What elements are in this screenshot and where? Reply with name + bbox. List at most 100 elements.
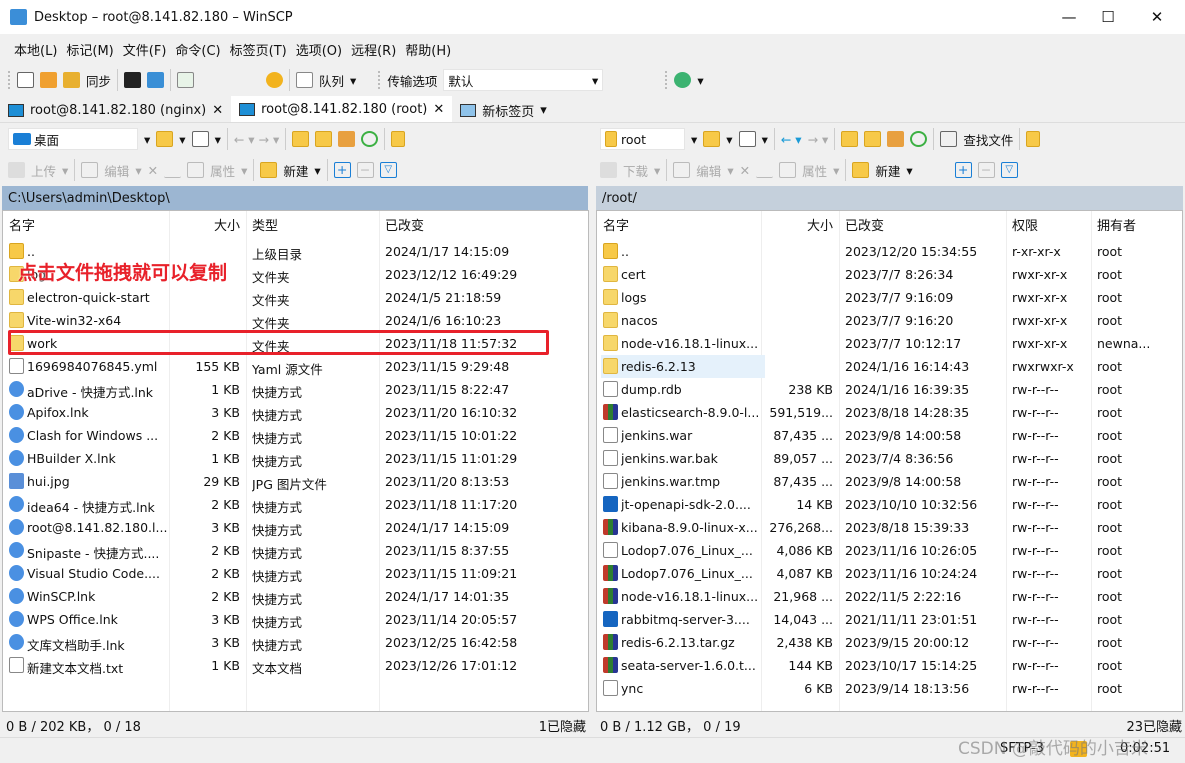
menu-item[interactable]: 文件(F)	[123, 40, 167, 59]
queue-button[interactable]: 队列	[319, 71, 344, 90]
home-icon[interactable]	[887, 131, 905, 147]
monitor-icon	[8, 103, 24, 117]
cell-size: 2 KB	[211, 589, 240, 604]
root-directory-icon[interactable]	[315, 131, 333, 147]
forward-button[interactable]: → ▾	[808, 132, 829, 147]
refresh-icon[interactable]	[910, 131, 928, 147]
delete-icon[interactable]: ✕	[740, 163, 750, 178]
refresh-icon[interactable]	[177, 72, 195, 88]
home-icon[interactable]	[338, 131, 356, 147]
cell-changed: 2024/1/16 16:14:43	[845, 359, 970, 374]
column-header[interactable]: 大小	[761, 211, 839, 237]
edit-button[interactable]: 编辑	[104, 161, 129, 180]
archive-icon	[603, 588, 618, 604]
unselect-icon[interactable]: −	[977, 162, 995, 178]
back-button[interactable]: ← ▾ → ▾	[234, 132, 279, 147]
remote-file-list[interactable]: 名字 大小 已改变 权限 拥有者.. 2023/12/20 15:34:55 r-xr-xr…	[596, 210, 1183, 712]
edit-button[interactable]: 编辑	[696, 161, 721, 180]
transfer-settings-dropdown[interactable]: 默认 ▾	[443, 69, 604, 91]
select-all-icon[interactable]: +	[333, 162, 351, 178]
refresh-icon[interactable]	[361, 131, 379, 147]
sync-button[interactable]: 同步	[86, 71, 111, 90]
maximize-button[interactable]: ☐	[1085, 0, 1131, 34]
column-header[interactable]: 已改变	[379, 211, 541, 237]
close-tab-icon[interactable]: ✕	[212, 103, 223, 118]
filter-icon[interactable]	[191, 131, 209, 147]
tab-new[interactable]: 新标签页 ▾	[452, 98, 555, 122]
local-file-list[interactable]: 名字 大小 类型 已改变.. 上级目录 2024/1/17 14:15:09 log 文件夹 2…	[2, 210, 589, 712]
synchronize-browsing-icon[interactable]	[40, 72, 57, 88]
column-header[interactable]: 已改变	[839, 211, 1006, 237]
cell-size: 2 KB	[211, 543, 240, 558]
terminal-icon[interactable]	[124, 72, 142, 88]
cell-changed: 2023/11/16 10:24:24	[845, 566, 978, 581]
right-location-dropdown[interactable]: root	[600, 128, 685, 150]
properties-button[interactable]: 属性	[210, 161, 235, 180]
synchronize-icon[interactable]	[63, 72, 80, 88]
right-path-bar[interactable]: /root/	[596, 186, 1183, 210]
root-directory-icon[interactable]	[864, 131, 882, 147]
tree-icon[interactable]	[391, 131, 406, 147]
jar-icon	[603, 611, 618, 627]
invert-selection-icon[interactable]: ▽	[1000, 162, 1018, 178]
left-path-bar[interactable]: C:\Users\admin\Desktop\	[2, 186, 588, 210]
cell-changed: 2022/11/5 2:22:16	[845, 589, 962, 604]
menu-item[interactable]: 选项(O)	[296, 40, 342, 59]
close-tab-icon[interactable]: ✕	[433, 102, 444, 117]
cell-name: Vite-win32-x64	[27, 313, 122, 328]
link-icon	[9, 634, 24, 650]
cell-changed: 2023/10/17 15:14:25	[845, 658, 978, 673]
cell-size: 591,519...	[769, 405, 833, 420]
cell-changed: 2023/11/20 16:10:32	[385, 405, 518, 420]
open-folder-icon[interactable]	[703, 131, 721, 147]
close-button[interactable]: ✕	[1134, 0, 1180, 34]
toolbar-grip[interactable]	[8, 71, 11, 89]
cell-changed: 2023/12/25 16:42:58	[385, 635, 518, 650]
column-header[interactable]: 类型	[246, 211, 379, 237]
link-icon	[9, 611, 24, 627]
menu-item[interactable]: 命令(C)	[175, 40, 220, 59]
new-button[interactable]: 新建	[875, 161, 900, 180]
compare-directories-icon[interactable]	[17, 72, 34, 88]
menu-item[interactable]: 标签页(T)	[230, 40, 287, 59]
queue-icon[interactable]	[296, 72, 314, 88]
tab-root[interactable]: root@8.141.82.180 (root) ✕	[231, 96, 453, 122]
open-folder-icon[interactable]	[156, 131, 174, 147]
column-header[interactable]: 名字	[3, 211, 169, 237]
watermark: CSDN @敲代码的小吉米	[958, 739, 1148, 759]
file-icon	[603, 680, 618, 696]
find-files-button[interactable]: 查找文件	[963, 130, 1013, 149]
tab-nginx[interactable]: root@8.141.82.180 (nginx) ✕	[0, 98, 232, 122]
new-button[interactable]: 新建	[283, 161, 308, 180]
invert-selection-icon[interactable]: ▽	[379, 162, 397, 178]
sync-globe-icon[interactable]	[674, 72, 692, 88]
delete-icon[interactable]: ✕	[148, 163, 158, 178]
column-header[interactable]: 名字	[597, 211, 761, 237]
select-all-icon[interactable]: +	[954, 162, 972, 178]
cell-changed: 2024/1/17 14:01:35	[385, 589, 510, 604]
back-button[interactable]: ← ▾	[781, 132, 802, 147]
upload-button[interactable]: 上传	[31, 161, 56, 180]
tree-icon[interactable]	[1026, 131, 1041, 147]
preferences-gear-icon[interactable]	[266, 72, 284, 88]
cell-type: 快捷方式	[252, 454, 303, 469]
parent-directory-icon[interactable]	[292, 131, 310, 147]
up-icon	[9, 243, 24, 259]
parent-directory-icon[interactable]	[841, 131, 859, 147]
unselect-icon[interactable]: −	[356, 162, 374, 178]
left-location-dropdown[interactable]: 桌面	[8, 128, 138, 150]
column-header[interactable]: 大小	[169, 211, 246, 237]
download-button[interactable]: 下载	[623, 161, 648, 180]
folder-icon	[603, 289, 618, 305]
menu-item[interactable]: 本地(L)	[14, 40, 57, 59]
column-header[interactable]: 权限	[1006, 211, 1091, 237]
cell-owner: root	[1097, 405, 1123, 420]
column-header[interactable]: 拥有者	[1091, 211, 1161, 237]
menu-item[interactable]: 远程(R)	[351, 40, 396, 59]
properties-button[interactable]: 属性	[802, 161, 827, 180]
menu-item[interactable]: 标记(M)	[66, 40, 113, 59]
filter-icon[interactable]	[738, 131, 756, 147]
cell-size: 14 KB	[796, 497, 833, 512]
menu-item[interactable]: 帮助(H)	[405, 40, 451, 59]
putty-icon[interactable]	[147, 72, 165, 88]
